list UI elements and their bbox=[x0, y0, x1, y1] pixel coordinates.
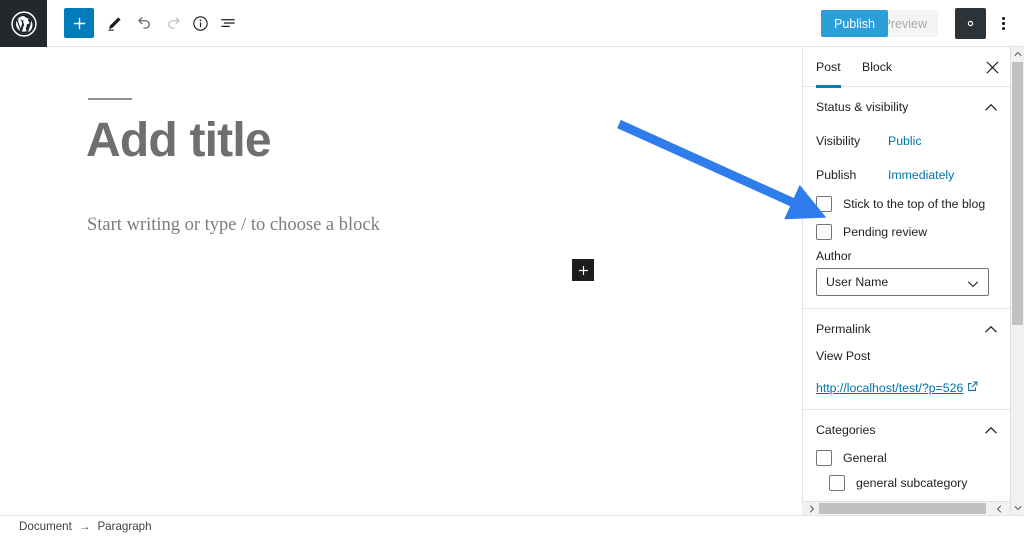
author-select-value: User Name bbox=[826, 275, 889, 289]
chevron-up-icon bbox=[983, 323, 999, 337]
chevron-right-icon bbox=[996, 504, 1002, 513]
category-general-label: General bbox=[843, 451, 887, 465]
edit-mode-button[interactable] bbox=[99, 8, 129, 38]
chevron-up-icon bbox=[983, 101, 999, 115]
chevron-up-icon bbox=[1013, 51, 1022, 57]
panel-permalink-body: View Post http://localhost/test/?p=526 bbox=[803, 349, 1010, 409]
paragraph-block-placeholder[interactable]: Start writing or type / to choose a bloc… bbox=[87, 215, 380, 236]
view-post-label: View Post bbox=[816, 349, 871, 363]
chevron-left-icon bbox=[809, 504, 815, 513]
details-button[interactable] bbox=[185, 8, 215, 38]
redo-arrow-icon bbox=[168, 17, 180, 29]
title-divider bbox=[88, 98, 132, 100]
panel-categories-header[interactable]: Categories bbox=[803, 410, 1010, 450]
post-title-input[interactable]: Add title bbox=[86, 113, 686, 168]
breadcrumb-separator: → bbox=[78, 520, 91, 533]
wordpress-logo-button[interactable] bbox=[0, 0, 47, 47]
author-select[interactable]: User Name bbox=[816, 268, 989, 296]
breadcrumb-item-document[interactable]: Document bbox=[19, 520, 72, 533]
list-view-button[interactable] bbox=[213, 8, 243, 38]
sidebar-tab-strip: Post Block bbox=[803, 47, 1010, 88]
panel-permalink-header[interactable]: Permalink bbox=[803, 309, 1010, 349]
panel-categories-title: Categories bbox=[816, 423, 876, 437]
publish-date-value-button[interactable]: Immediately bbox=[888, 168, 954, 182]
sticky-post-row[interactable]: Stick to the top of the blog bbox=[816, 196, 997, 212]
post-settings-sidebar: Post Block Status & visibility Visibilit… bbox=[802, 47, 1010, 515]
scroll-thumb-horizontal[interactable] bbox=[819, 503, 986, 514]
scroll-up-button[interactable] bbox=[1011, 47, 1024, 61]
panel-status-and-visibility-header[interactable]: Status & visibility bbox=[803, 87, 1010, 127]
publish-button[interactable]: Publish bbox=[821, 10, 888, 37]
scroll-right-button[interactable] bbox=[992, 502, 1006, 515]
sidebar-horizontal-scrollbar[interactable] bbox=[802, 501, 1010, 515]
sticky-post-checkbox[interactable] bbox=[816, 196, 832, 212]
three-dots-vertical-icon bbox=[1002, 17, 1005, 30]
close-sidebar-button[interactable] bbox=[984, 59, 1000, 75]
pending-review-row[interactable]: Pending review bbox=[816, 224, 997, 240]
plus-icon bbox=[73, 17, 85, 29]
category-general-row[interactable]: General bbox=[816, 450, 997, 466]
publish-date-row: Publish Immediately bbox=[816, 161, 997, 189]
publish-label: Publish bbox=[816, 168, 857, 182]
visibility-value-button[interactable]: Public bbox=[888, 134, 922, 148]
tab-post[interactable]: Post bbox=[816, 47, 841, 88]
pending-review-label: Pending review bbox=[843, 225, 928, 239]
breadcrumb-item-paragraph[interactable]: Paragraph bbox=[97, 520, 151, 533]
panel-status-and-visibility-title: Status & visibility bbox=[816, 100, 909, 114]
breadcrumb: Document → Paragraph bbox=[19, 520, 152, 533]
wordpress-logo-icon bbox=[10, 10, 37, 37]
list-view-icon bbox=[221, 19, 235, 27]
sidebar-vertical-scrollbar[interactable] bbox=[1010, 47, 1024, 515]
author-field-label: Author bbox=[816, 249, 852, 263]
settings-toggle-button[interactable] bbox=[955, 8, 986, 39]
scroll-thumb-vertical[interactable] bbox=[1012, 62, 1023, 325]
panel-status-and-visibility: Status & visibility Visibility Public Pu… bbox=[803, 87, 1010, 309]
pencil-icon bbox=[107, 16, 121, 31]
permalink-url-text: http://localhost/test/?p=526 bbox=[816, 381, 964, 395]
undo-button[interactable] bbox=[129, 8, 159, 38]
editor-top-bar: Preview Publish bbox=[0, 0, 1024, 47]
add-block-button[interactable] bbox=[64, 8, 94, 38]
chevron-down-icon bbox=[966, 278, 980, 292]
scroll-left-button[interactable] bbox=[805, 502, 819, 515]
close-icon bbox=[985, 60, 999, 74]
wordpress-block-editor-window: Preview Publish Add title Start writing … bbox=[0, 0, 1024, 537]
visibility-label: Visibility bbox=[816, 134, 861, 148]
pending-review-checkbox[interactable] bbox=[816, 224, 832, 240]
undo-arrow-icon bbox=[138, 17, 150, 29]
panel-permalink-title: Permalink bbox=[816, 322, 871, 336]
chevron-up-icon bbox=[983, 424, 999, 438]
editor-status-bar: Document → Paragraph bbox=[0, 515, 1024, 537]
external-link-icon bbox=[967, 381, 978, 395]
category-general-subcategory-row[interactable]: general subcategory bbox=[829, 475, 997, 491]
category-general-checkbox[interactable] bbox=[816, 450, 832, 466]
editor-canvas: Add title Start writing or type / to cho… bbox=[0, 47, 802, 515]
plus-icon bbox=[578, 265, 588, 275]
info-circle-icon bbox=[192, 15, 208, 31]
scroll-down-button[interactable] bbox=[1011, 501, 1024, 515]
permalink-url-link[interactable]: http://localhost/test/?p=526 bbox=[816, 381, 978, 395]
visibility-row: Visibility Public bbox=[816, 127, 997, 155]
inline-add-block-button[interactable] bbox=[572, 259, 594, 281]
panel-categories: Categories General general subcategory bbox=[803, 410, 1010, 513]
sticky-post-label: Stick to the top of the blog bbox=[843, 197, 986, 211]
gear-icon bbox=[967, 20, 974, 27]
panel-permalink: Permalink View Post http://localhost/tes… bbox=[803, 309, 1010, 410]
tab-block[interactable]: Block bbox=[862, 47, 892, 87]
chevron-down-icon bbox=[1013, 505, 1022, 511]
category-general-subcategory-checkbox[interactable] bbox=[829, 475, 845, 491]
more-options-button[interactable] bbox=[988, 8, 1019, 39]
category-general-subcategory-label: general subcategory bbox=[856, 476, 968, 490]
panel-status-and-visibility-body: Visibility Public Publish Immediately St… bbox=[803, 127, 1010, 308]
